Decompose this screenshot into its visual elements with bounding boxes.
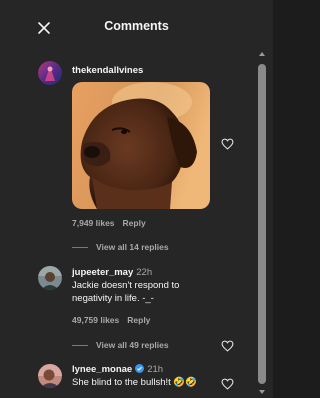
like-count[interactable]: 49,759 likes — [72, 315, 119, 325]
heart-icon[interactable] — [221, 138, 234, 150]
comments-panel: Comments thekendallvines 7,949 likes Rep… — [0, 0, 273, 398]
divider-line — [72, 345, 88, 347]
comment-meta: 49,759 likes Reply — [72, 315, 150, 325]
comment-username: lynee_monae 21h — [72, 364, 163, 375]
avatar[interactable] — [38, 266, 62, 290]
username-label[interactable]: jupeeter_may — [72, 267, 133, 278]
comment-text: Jackie doesn't respond to negativity in … — [72, 280, 180, 304]
comment-meta: 7,949 likes Reply — [72, 218, 146, 228]
view-replies-button[interactable]: View all 14 replies — [72, 242, 169, 252]
view-replies-label: View all 49 replies — [96, 340, 169, 350]
username-label[interactable]: lynee_monae — [72, 364, 132, 375]
like-count[interactable]: 7,949 likes — [72, 218, 115, 228]
heart-icon[interactable] — [221, 340, 234, 352]
scrollbar-thumb[interactable] — [258, 64, 266, 384]
scroll-up-arrow-icon[interactable] — [259, 52, 265, 56]
scroll-down-arrow-icon[interactable] — [259, 390, 265, 394]
comments-list[interactable]: thekendallvines 7,949 likes Reply View a… — [0, 52, 254, 398]
scrollbar[interactable] — [256, 52, 268, 398]
avatar[interactable] — [38, 364, 62, 388]
divider-line — [72, 247, 88, 249]
timestamp: 21h — [147, 364, 164, 375]
view-replies-label: View all 14 replies — [96, 242, 169, 252]
comment-username: jupeeter_may 22h — [72, 267, 152, 278]
reply-button[interactable]: Reply — [123, 218, 146, 228]
avatar[interactable] — [38, 61, 62, 85]
comment-username[interactable]: thekendallvines — [72, 65, 143, 76]
timestamp: 22h — [136, 267, 153, 278]
view-replies-button[interactable]: View all 49 replies — [72, 340, 169, 350]
verified-badge-icon — [135, 364, 145, 373]
post-image[interactable] — [72, 82, 210, 209]
comment-text: She blind to the bullsh!t 🤣🤣 — [72, 377, 198, 388]
page-title: Comments — [104, 19, 169, 33]
reply-button[interactable]: Reply — [127, 315, 150, 325]
header: Comments — [0, 0, 273, 52]
heart-icon[interactable] — [221, 378, 234, 390]
